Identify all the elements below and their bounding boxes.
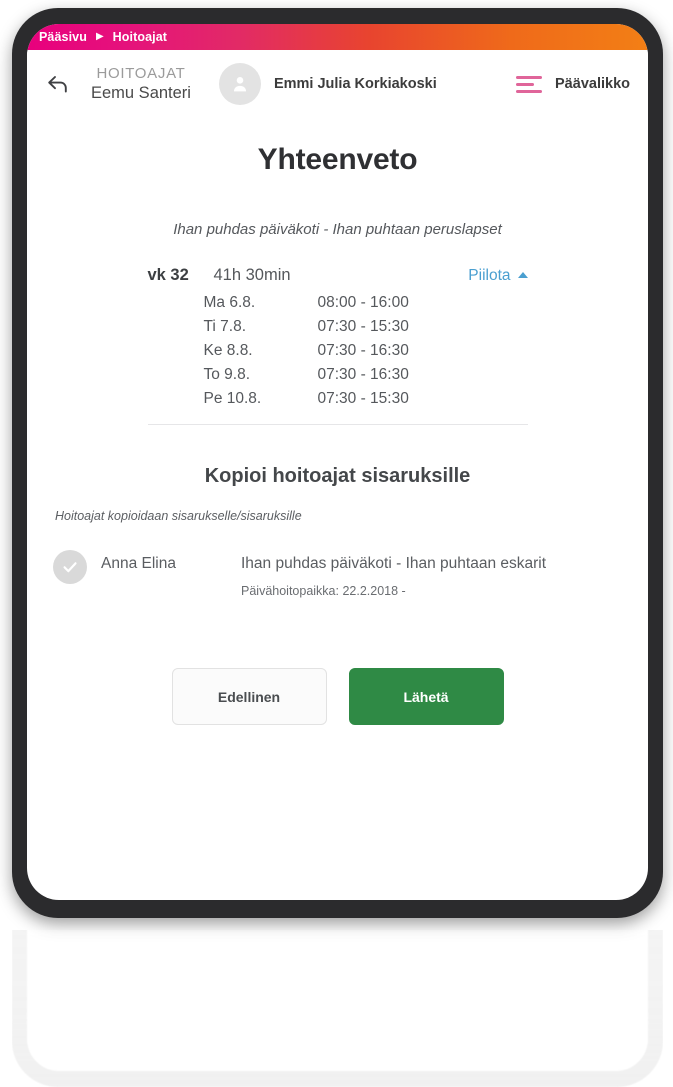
week-total-hours: 41h 30min bbox=[213, 266, 291, 284]
breadcrumb-separator-icon: ▶ bbox=[95, 31, 104, 42]
reflection-screen: Edellinen Lähetä bbox=[27, 930, 648, 1071]
breadcrumb-item-home[interactable]: Pääsivu bbox=[39, 30, 87, 44]
table-row: Ma 6.8. 08:00 - 16:00 bbox=[148, 291, 528, 315]
device-reflection-inner: Edellinen Lähetä bbox=[12, 930, 663, 1087]
page-content: Yhteenveto Ihan puhdas päiväkoti - Ihan … bbox=[27, 143, 648, 726]
week-toggle-label: Piilota bbox=[468, 267, 511, 284]
avatar bbox=[218, 63, 261, 105]
reflection-frame: Edellinen Lähetä bbox=[12, 930, 663, 1087]
breadcrumb-item-current[interactable]: Hoitoajat bbox=[113, 30, 167, 44]
back-arrow-icon bbox=[48, 76, 67, 93]
week-summary: vk 32 41h 30min Piilota Ma 6.8. 08:00 - … bbox=[147, 266, 528, 425]
table-row: Pe 10.8. 07:30 - 15:30 bbox=[148, 387, 528, 411]
day-label: To 9.8. bbox=[203, 366, 251, 383]
checkmark-icon bbox=[63, 562, 77, 573]
breadcrumb: Pääsivu ▶ Hoitoajat bbox=[27, 24, 648, 50]
sibling-placement-meta: Päivähoitopaikka: 22.2.2018 - bbox=[241, 584, 406, 599]
device-screen: Pääsivu ▶ Hoitoajat HOITOAJAT Eemu Sante… bbox=[27, 24, 648, 900]
copy-section-title: Kopioi hoitoajat sisaruksille bbox=[204, 465, 471, 487]
screenshot-stage: Pääsivu ▶ Hoitoajat HOITOAJAT Eemu Sante… bbox=[0, 0, 673, 1087]
section-divider bbox=[147, 424, 528, 425]
day-time: 07:30 - 16:30 bbox=[317, 366, 409, 383]
day-time: 07:30 - 15:30 bbox=[317, 390, 409, 407]
day-label: Ti 7.8. bbox=[203, 318, 247, 335]
sibling-name: Anna Elina bbox=[101, 555, 176, 572]
form-actions: Edellinen Lähetä bbox=[53, 668, 622, 726]
context-child-name: Eemu Santeri bbox=[91, 84, 191, 103]
day-label: Ke 8.8. bbox=[203, 342, 253, 359]
week-toggle-button[interactable]: Piilota bbox=[468, 267, 528, 285]
page-subtitle: Ihan puhdas päiväkoti - Ihan puhtaan per… bbox=[173, 221, 502, 238]
day-time: 08:00 - 16:00 bbox=[317, 294, 409, 311]
user-name: Emmi Julia Korkiakoski bbox=[273, 76, 437, 92]
device-reflection: Edellinen Lähetä bbox=[12, 930, 663, 1087]
list-item[interactable]: Anna Elina Ihan puhdas päiväkoti - Ihan … bbox=[53, 549, 622, 598]
submit-button[interactable]: Lähetä bbox=[348, 668, 504, 726]
context-kicker: HOITOAJAT bbox=[96, 64, 186, 82]
table-row: To 9.8. 07:30 - 16:30 bbox=[148, 363, 528, 387]
day-time: 07:30 - 16:30 bbox=[317, 342, 409, 359]
child-context: HOITOAJAT Eemu Santeri bbox=[91, 65, 191, 103]
tablet-device-frame: Pääsivu ▶ Hoitoajat HOITOAJAT Eemu Sante… bbox=[12, 8, 663, 918]
caret-up-icon bbox=[517, 271, 528, 278]
hamburger-icon bbox=[516, 75, 543, 93]
day-label: Pe 10.8. bbox=[203, 390, 262, 407]
check-circle-icon[interactable] bbox=[53, 550, 87, 584]
day-time: 07:30 - 15:30 bbox=[317, 318, 409, 335]
table-row: Ke 8.8. 07:30 - 16:30 bbox=[148, 339, 528, 363]
previous-button[interactable]: Edellinen bbox=[171, 668, 327, 726]
back-button[interactable] bbox=[41, 67, 75, 101]
app-header: HOITOAJAT Eemu Santeri Emmi Julia Korkia… bbox=[27, 50, 648, 115]
page-title: Yhteenveto bbox=[257, 143, 418, 176]
day-label: Ma 6.8. bbox=[203, 294, 256, 311]
week-header-row: vk 32 41h 30min Piilota bbox=[148, 266, 528, 291]
sibling-daycare-place: Ihan puhdas päiväkoti - Ihan puhtaan esk… bbox=[241, 555, 547, 572]
main-menu-button[interactable]: Päävalikko bbox=[516, 75, 630, 93]
table-row: Ti 7.8. 07:30 - 15:30 bbox=[148, 315, 528, 339]
copy-section-note: Hoitoajat kopioidaan sisarukselle/sisaru… bbox=[55, 509, 302, 523]
sibling-info: Ihan puhdas päiväkoti - Ihan puhtaan esk… bbox=[241, 549, 622, 598]
person-icon bbox=[233, 77, 247, 92]
main-menu-label: Päävalikko bbox=[555, 76, 630, 92]
week-label: vk 32 bbox=[147, 266, 189, 284]
